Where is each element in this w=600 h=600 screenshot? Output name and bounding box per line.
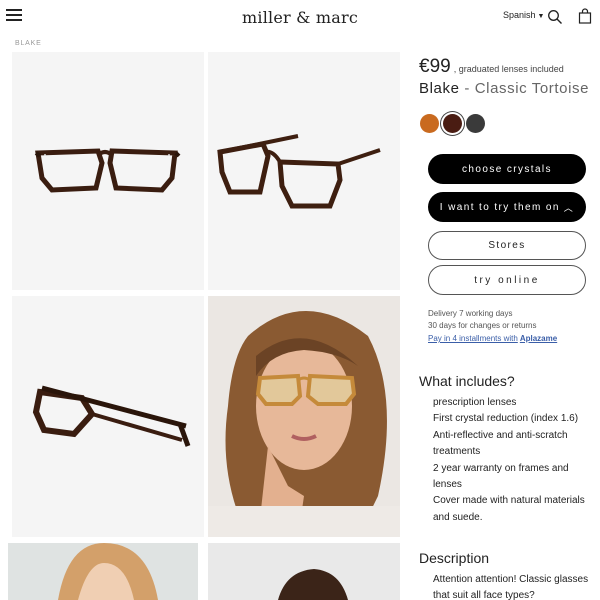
price: €99 [419,56,451,77]
chevron-up-icon: ︿ [563,202,575,213]
language-selector[interactable]: Spanish ▼ [503,10,544,20]
model-photo[interactable] [208,296,400,537]
returns-info: 30 days for changes or returns [428,321,537,330]
list-item: prescription lenses [433,397,517,408]
includes-title: What includes? [419,373,515,389]
description-title: Description [419,550,490,566]
list-item: Cover made with natural materials and su… [433,495,585,523]
caret-down-icon: ▼ [537,13,545,20]
bag-icon[interactable] [578,8,592,24]
search-icon[interactable] [547,9,563,25]
list-item: 2 year warranty on frames and lenses [433,462,569,491]
try-on-button[interactable]: I want to try them on ︿ [428,192,586,222]
model-2-illustration [58,543,158,600]
site-header: miller & marc Spanish ▼ [0,0,600,36]
product-image-front[interactable] [12,52,204,290]
product-title: Blake - Classic Tortoise [419,80,589,97]
installments-text: Pay in 4 installments with [428,334,518,343]
language-label: Spanish [503,10,536,20]
product-image-angled[interactable] [208,52,400,290]
aplazame-brand: Aplazame [519,334,558,343]
glasses-side-illustration [32,385,191,447]
model-photo-3[interactable] [208,543,400,600]
product-image-side[interactable] [12,296,204,537]
list-item: Anti-reflective and anti-scratch treatme… [433,429,568,458]
hamburger-icon[interactable] [6,9,22,21]
color-swatch-amber[interactable] [420,114,439,133]
color-swatch-black[interactable] [466,114,485,133]
breadcrumb[interactable]: BLAKE [15,40,42,47]
stores-button[interactable]: Stores [428,231,586,260]
model-wearing-glasses-illustration [208,296,400,537]
title-separator: - [464,80,470,97]
try-on-label: I want to try them on [439,201,560,213]
product-variant: Classic Tortoise [474,80,590,97]
glasses-front-illustration [34,148,181,193]
price-note: , graduated lenses included [453,64,564,74]
price-row: €99, graduated lenses included [419,56,564,78]
list-item: First crystal reduction (index 1.6) [433,413,579,425]
model-photo-2[interactable] [8,543,198,600]
includes-list: prescription lenses First crystal reduct… [433,395,593,526]
choose-crystals-button[interactable]: choose crystals [428,154,586,184]
try-online-button[interactable]: try online [428,265,586,295]
color-swatch-tortoise[interactable] [443,114,462,133]
delivery-info: Delivery 7 working days [428,309,513,318]
model-3-illustration [278,569,348,600]
description-text: Attention attention! Classic glasses tha… [433,574,589,600]
glasses-angled-illustration [217,134,381,209]
product-name: Blake [419,80,460,97]
installments-link[interactable]: Pay in 4 installments with Aplazame [428,334,557,343]
